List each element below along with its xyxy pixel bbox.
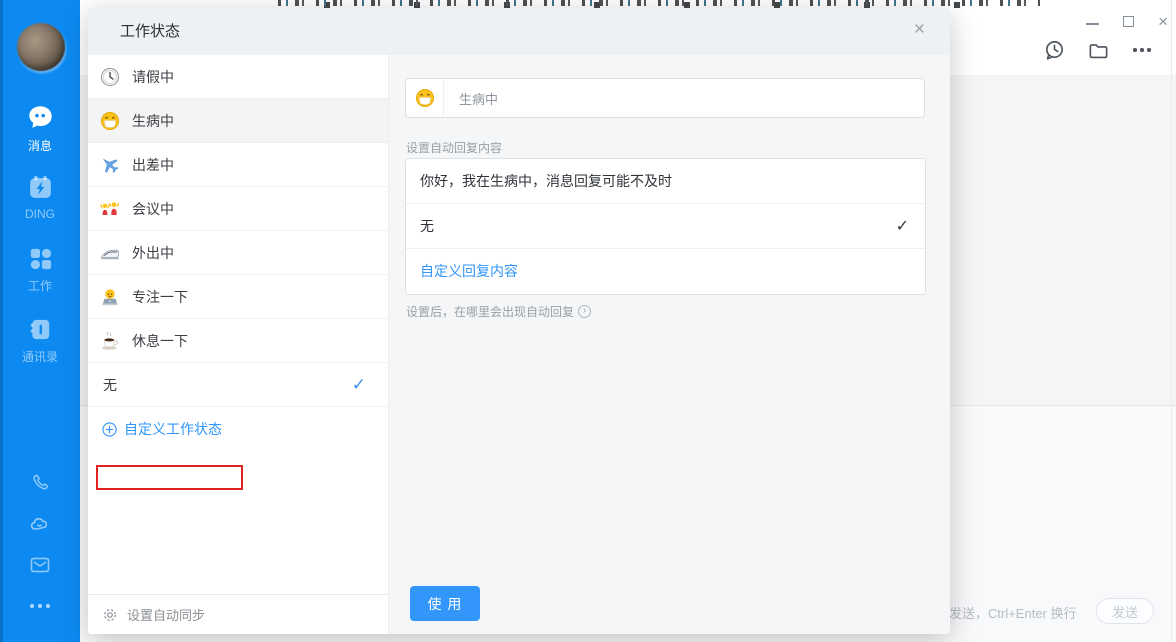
clock-emoji-icon xyxy=(100,67,120,87)
auto-sync-label: 设置自动同步 xyxy=(127,605,205,624)
status-row-none[interactable]: 无 ✓ xyxy=(88,363,388,407)
hint-text: 设置后，在哪里会出现自动回复 xyxy=(406,303,574,320)
mask-face-emoji-icon xyxy=(406,79,444,117)
custom-status-link[interactable]: 自定义工作状态 xyxy=(88,407,388,451)
cloud-icon[interactable] xyxy=(0,512,80,534)
window-right-border xyxy=(1171,0,1172,642)
phone-icon[interactable] xyxy=(0,471,80,493)
sidebar-item-label: 工作 xyxy=(0,277,80,294)
status-row-business-trip[interactable]: 出差中 xyxy=(88,143,388,187)
auto-reply-section-label: 设置自动回复内容 xyxy=(406,139,502,156)
chat-bubble-icon xyxy=(26,103,55,132)
contacts-book-icon xyxy=(27,316,54,343)
sidebar-item-label: DING xyxy=(0,207,80,221)
gear-icon xyxy=(102,607,118,623)
focus-face-laptop-emoji-icon xyxy=(100,287,120,307)
topbar-toolbar xyxy=(1042,38,1154,62)
status-label: 无 xyxy=(103,375,117,395)
help-chevron-icon[interactable] xyxy=(578,305,591,318)
plus-circle-icon xyxy=(102,422,117,437)
status-detail-panel: 生病中 设置自动回复内容 你好，我在生病中，消息回复可能不及时 无 ✓ 自定义回… xyxy=(389,55,950,634)
meeting-people-emoji-icon xyxy=(100,199,120,219)
sidebar-item-label: 通讯录 xyxy=(0,348,80,365)
use-button[interactable]: 使 用 xyxy=(410,586,480,621)
status-row-meeting[interactable]: 会议中 xyxy=(88,187,388,231)
maximize-icon[interactable] xyxy=(1123,16,1134,27)
folder-icon[interactable] xyxy=(1086,38,1110,62)
auto-reply-hint: 设置后，在哪里会出现自动回复 xyxy=(406,303,591,320)
sidebar-more-dots-icon[interactable] xyxy=(0,601,80,611)
send-button[interactable]: 发送 xyxy=(1096,598,1154,624)
status-list: 请假中 生病中 xyxy=(88,55,389,634)
app-window: × 发送，Ctrl+Enter 换行 发送 消息 xyxy=(0,0,1176,642)
status-row-rest[interactable]: 休息一下 xyxy=(88,319,388,363)
dialog-title: 工作状态 xyxy=(120,8,180,55)
send-shortcut-hint: 发送，Ctrl+Enter 换行 xyxy=(949,603,1077,622)
status-label: 会议中 xyxy=(132,199,174,219)
dialog-close-icon[interactable]: × xyxy=(914,20,925,39)
user-avatar[interactable] xyxy=(17,23,65,71)
main-sidebar: 消息 DING 工作 xyxy=(0,0,80,642)
auto-reply-options: 你好，我在生病中，消息回复可能不及时 无 ✓ 自定义回复内容 xyxy=(405,158,926,295)
reply-option-none[interactable]: 无 ✓ xyxy=(406,204,925,249)
status-row-on-leave[interactable]: 请假中 xyxy=(88,55,388,99)
sidebar-item-ding[interactable]: DING xyxy=(0,173,80,221)
more-icon[interactable] xyxy=(1130,38,1154,62)
status-label: 外出中 xyxy=(132,243,174,263)
custom-status-label: 自定义工作状态 xyxy=(124,419,222,439)
status-label: 请假中 xyxy=(132,67,174,87)
sidebar-item-work[interactable]: 工作 xyxy=(0,245,80,294)
status-label: 出差中 xyxy=(132,155,174,175)
dialog-header xyxy=(88,8,950,55)
sidebar-item-contacts[interactable]: 通讯录 xyxy=(0,316,80,365)
close-window-icon[interactable]: × xyxy=(1158,13,1168,30)
status-row-sick[interactable]: 生病中 xyxy=(88,99,388,143)
minimize-icon[interactable] xyxy=(1086,23,1099,25)
sidebar-item-messages[interactable]: 消息 xyxy=(0,103,80,154)
mail-icon[interactable] xyxy=(0,555,80,575)
work-status-dialog: 工作状态 × 请假中 xyxy=(88,8,950,634)
clipped-text-artifact xyxy=(278,0,1040,8)
window-controls: × xyxy=(1086,8,1168,34)
status-label: 生病中 xyxy=(132,111,174,131)
ding-calendar-icon xyxy=(26,173,55,202)
reply-option-label: 无 xyxy=(420,218,434,234)
status-text-input[interactable]: 生病中 xyxy=(405,78,925,118)
airplane-emoji-icon xyxy=(100,155,120,175)
status-label: 休息一下 xyxy=(132,331,188,351)
status-row-focus[interactable]: 专注一下 xyxy=(88,275,388,319)
work-grid-icon xyxy=(27,245,54,272)
mask-face-emoji-icon xyxy=(100,111,120,131)
check-icon: ✓ xyxy=(896,204,909,249)
coffee-emoji-icon xyxy=(100,331,120,351)
status-row-out[interactable]: 外出中 xyxy=(88,231,388,275)
status-input-value: 生病中 xyxy=(444,89,498,108)
sidebar-item-label: 消息 xyxy=(0,137,80,154)
train-emoji-icon xyxy=(100,243,120,263)
annotation-highlight-box xyxy=(96,465,243,490)
reply-option-message[interactable]: 你好，我在生病中，消息回复可能不及时 xyxy=(406,159,925,204)
auto-sync-setting[interactable]: 设置自动同步 xyxy=(88,594,388,634)
history-clock-icon[interactable] xyxy=(1042,38,1066,62)
custom-reply-link[interactable]: 自定义回复内容 xyxy=(406,249,925,294)
status-label: 专注一下 xyxy=(132,287,188,307)
check-icon: ✓ xyxy=(352,363,366,407)
